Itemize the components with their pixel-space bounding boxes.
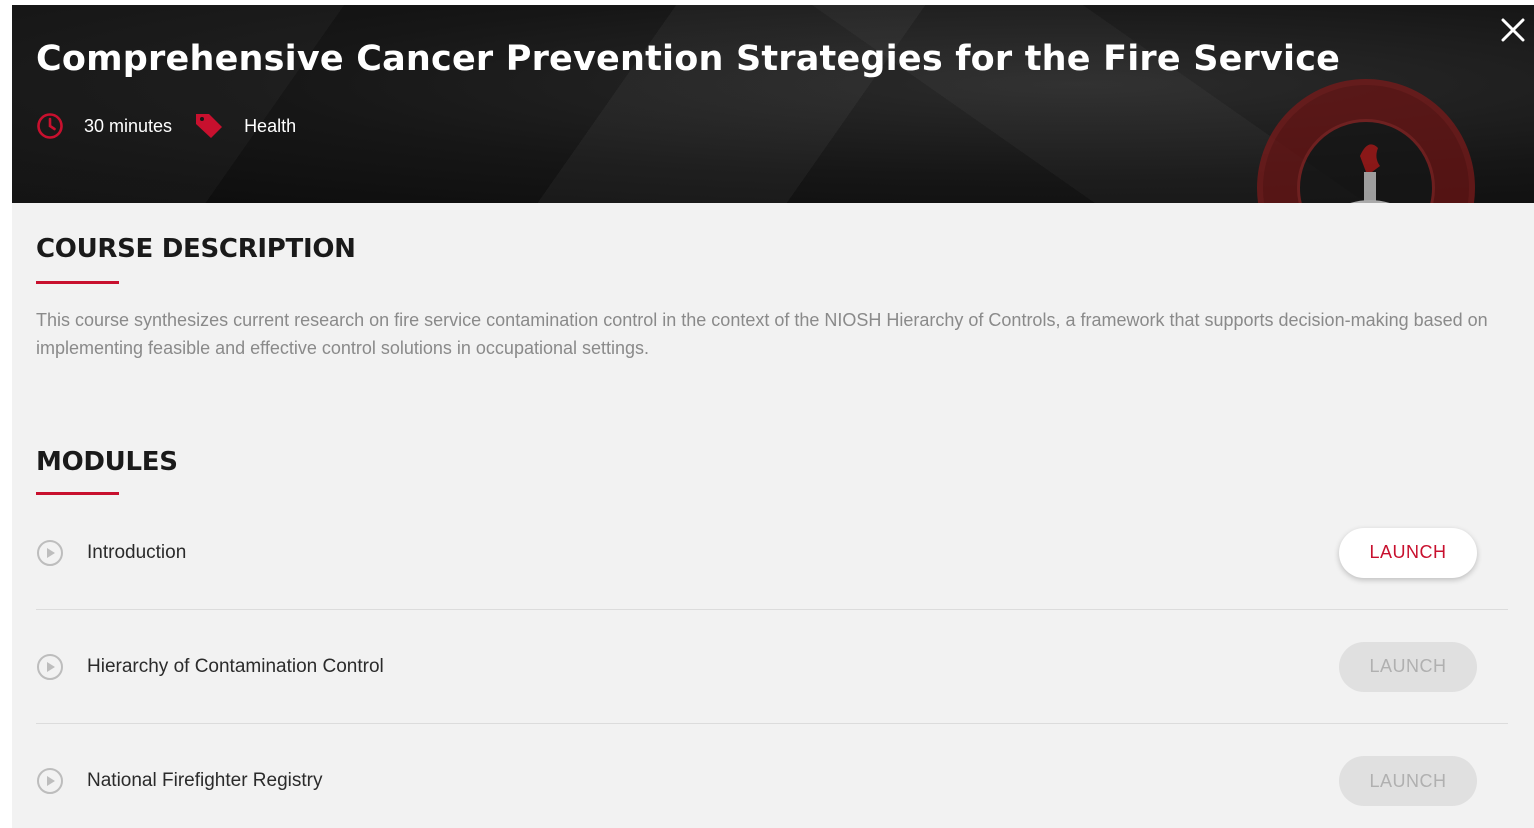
close-icon [1501,18,1525,42]
module-name: National Firefighter Registry [87,770,323,791]
module-name: Introduction [87,541,187,563]
modules-underline [36,492,119,495]
course-duration: 30 minutes [84,115,173,136]
clock-icon [36,112,64,140]
module-name: Hierarchy of Contamination Control [87,655,384,677]
launch-button[interactable]: LAUNCH [1339,527,1477,578]
course-category[interactable]: Health [244,116,296,137]
launch-button: LAUNCH [1339,641,1477,692]
module-row: National Firefighter Registry LAUNCH [36,724,1508,828]
tag-icon [194,111,224,141]
play-circle-icon [36,539,64,567]
play-circle-icon [36,653,64,681]
module-row: Introduction LAUNCH [36,496,1508,610]
modules-heading: MODULES [36,447,178,477]
seal-center [1297,119,1435,203]
description-underline [36,281,119,284]
description-heading: COURSE DESCRIPTION [36,234,356,264]
torch-icon [1350,144,1390,203]
course-title: Comprehensive Cancer Prevention Strategi… [36,39,1341,79]
course-modal: Comprehensive Cancer Prevention Strategi… [12,5,1534,828]
course-description-text: This course synthesizes current research… [36,310,1488,358]
course-banner: Comprehensive Cancer Prevention Strategi… [12,5,1534,203]
course-meta: 30 minutes Health [36,111,296,141]
play-circle-icon [36,767,64,795]
launch-button: LAUNCH [1339,756,1477,806]
close-button[interactable] [1498,15,1528,45]
institute-seal-logo [1257,79,1475,203]
module-row: Hierarchy of Contamination Control LAUNC… [36,610,1508,724]
